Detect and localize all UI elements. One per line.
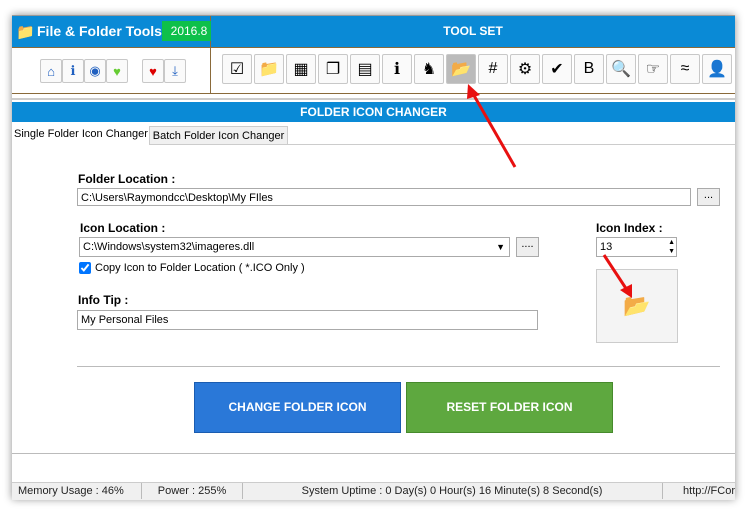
arrow-to-toolbar — [470, 91, 517, 168]
arrow-to-preview — [602, 254, 629, 291]
annotation-arrows — [467, 84, 632, 298]
